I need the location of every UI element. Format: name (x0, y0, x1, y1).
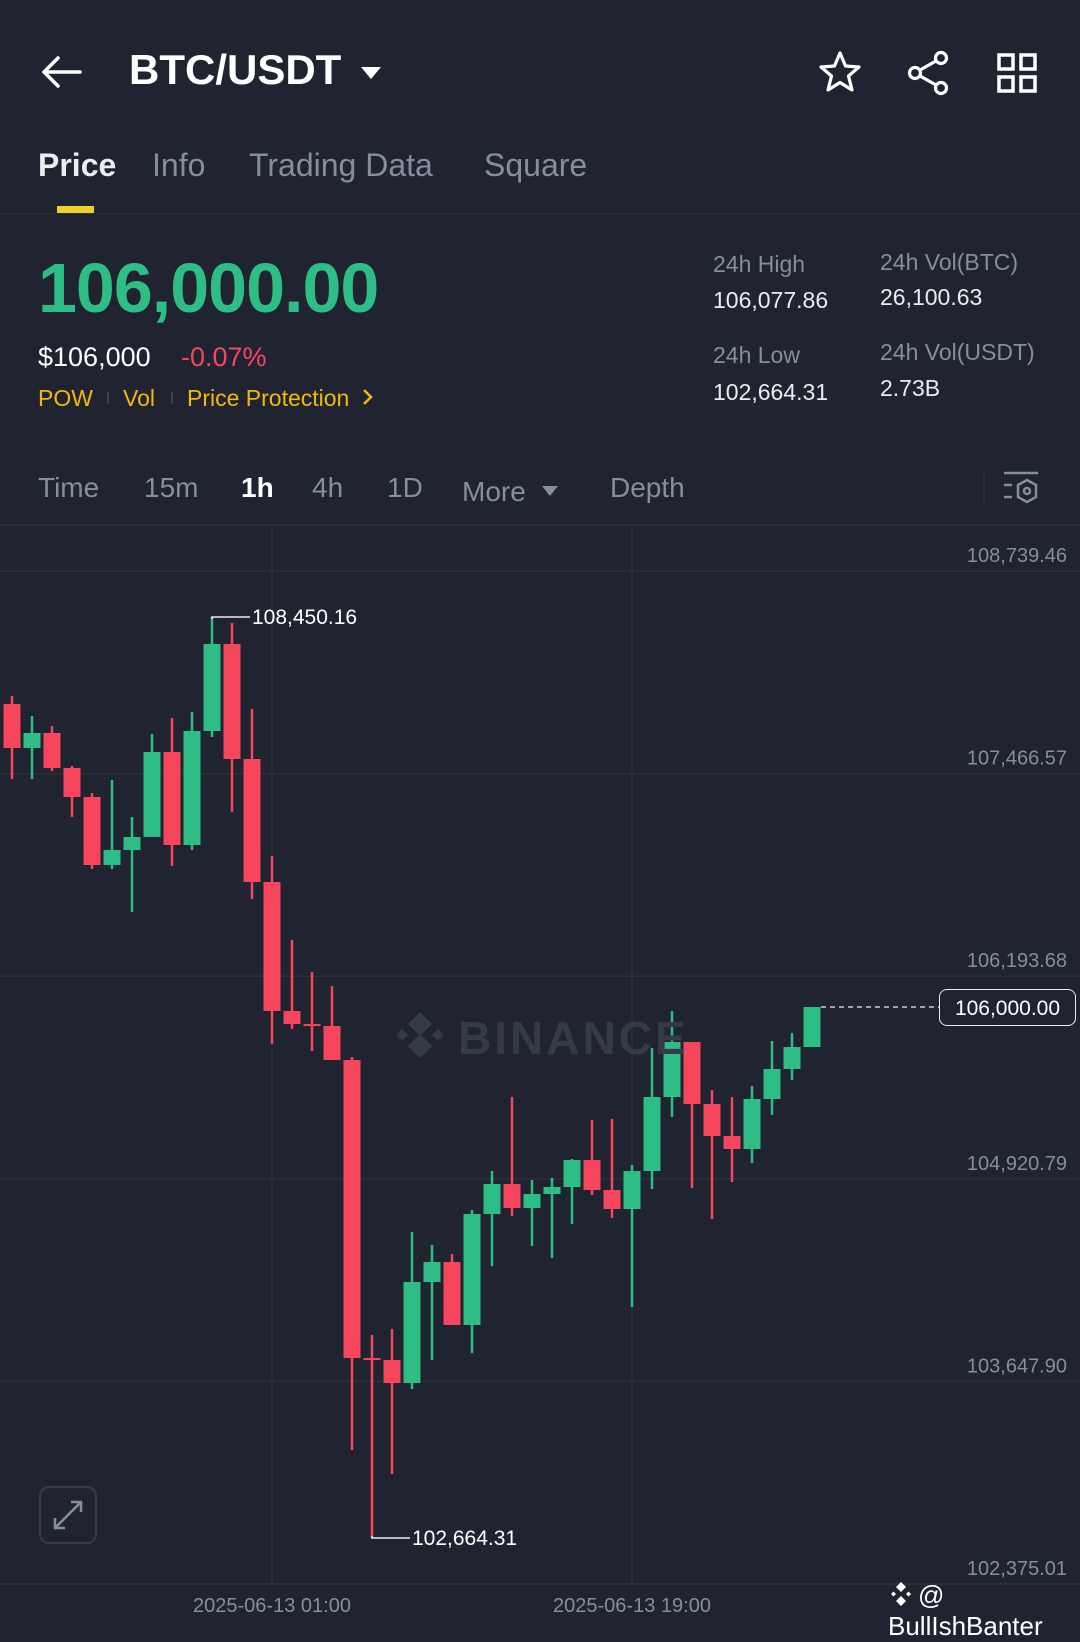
price-tick-label: 106,193.68 (967, 950, 1067, 972)
candle-down (303, 1024, 321, 1027)
price-tick-label: 104,920.79 (967, 1153, 1067, 1175)
candle-up (783, 1047, 801, 1070)
credit-watermark: @ BullIshBanter (888, 1580, 1043, 1641)
candle-down (703, 1104, 721, 1137)
candle-down (343, 1060, 361, 1359)
candle-up (803, 1007, 821, 1048)
price-tick-label: 108,739.46 (967, 545, 1067, 567)
candle-up (23, 732, 41, 749)
candle-down (163, 751, 181, 845)
candle-up (143, 751, 161, 838)
price-tick-label: 107,466.57 (967, 748, 1067, 770)
candle-down (243, 758, 261, 883)
price-tick-label: 102,375.01 (967, 1558, 1067, 1580)
candle-down (443, 1262, 461, 1326)
candle-up (743, 1099, 761, 1150)
candlestick-chart[interactable]: 108,739.46 107,466.57 106,193.68 104,920.79… (0, 0, 1080, 1620)
low-annotation-label: 102,664.31 (412, 1527, 517, 1550)
candle-up (523, 1194, 541, 1209)
current-price-label: 106,000.00 (939, 989, 1076, 1026)
candle-down (583, 1160, 601, 1191)
candle-up (183, 731, 201, 845)
high-annotation-label: 108,450.16 (252, 606, 357, 629)
candle-up (643, 1097, 661, 1172)
binance-logo-icon (396, 1012, 444, 1058)
candle-down (603, 1190, 621, 1210)
candle-up (623, 1171, 641, 1210)
candle-down (3, 704, 21, 749)
candle-up (423, 1262, 441, 1283)
candle-down (383, 1360, 401, 1384)
time-tick-label: 2025-06-13 01:00 (193, 1595, 351, 1617)
candle-down (723, 1136, 741, 1150)
low-annotation-line (371, 1535, 410, 1539)
candle-down (363, 1358, 381, 1361)
high-annotation-line (211, 616, 250, 620)
candle-down (323, 1026, 341, 1061)
candle-up (563, 1160, 581, 1188)
candle-up (103, 850, 121, 866)
candle-up (543, 1187, 561, 1195)
binance-watermark: BINANCE (390, 1010, 689, 1065)
candle-down (283, 1011, 301, 1025)
expand-icon (53, 1500, 83, 1530)
candle-up (483, 1184, 501, 1215)
candle-down (43, 732, 61, 769)
candle-up (203, 644, 221, 732)
binance-logo-icon (891, 1582, 911, 1606)
candle-up (463, 1214, 481, 1326)
candle-down (263, 882, 281, 1012)
candle-down (63, 768, 81, 798)
fullscreen-button[interactable] (39, 1486, 97, 1544)
time-tick-label: 2025-06-13 19:00 (553, 1595, 711, 1617)
candle-down (223, 644, 241, 759)
candle-up (123, 837, 141, 851)
price-tick-label: 103,647.90 (967, 1355, 1067, 1377)
candle-up (403, 1282, 421, 1384)
candle-down (503, 1184, 521, 1209)
candle-up (763, 1069, 781, 1100)
candle-down (83, 797, 101, 866)
